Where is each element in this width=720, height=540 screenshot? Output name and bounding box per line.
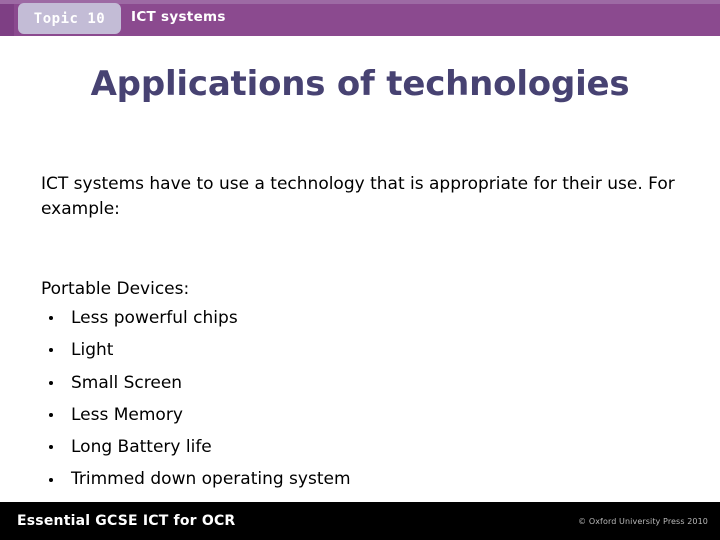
list-item-label: Trimmed down operating system xyxy=(71,469,351,490)
list-item: Small Screen xyxy=(41,367,701,399)
list-item-label: Long Battery life xyxy=(71,437,212,458)
presentation-slide: Topic 10 ICT systems Applications of tec… xyxy=(0,0,720,540)
slide-header-bar: Topic 10 ICT systems xyxy=(0,0,720,36)
list-item: Less Memory xyxy=(41,399,701,431)
list-item-label: Light xyxy=(71,340,114,361)
list-item: Light xyxy=(41,334,701,366)
topic-badge-label: Topic 10 xyxy=(33,10,106,27)
list-item: Less powerful chips xyxy=(41,302,701,334)
footer-copyright-label: © Oxford University Press 2010 xyxy=(578,517,708,526)
bullet-dot-icon xyxy=(49,477,53,482)
slide-footer-bar: Essential GCSE ICT for OCR © Oxford Univ… xyxy=(0,502,720,540)
page-title: Applications of technologies xyxy=(90,64,630,104)
list-item-label: Less powerful chips xyxy=(71,307,238,328)
feature-bullet-list: Less powerful chips Light Small Screen L… xyxy=(41,302,701,496)
header-section-title: ICT systems xyxy=(131,9,226,25)
slide-body: ICT systems have to use a technology tha… xyxy=(41,172,701,496)
list-item: Trimmed down operating system xyxy=(41,463,701,495)
topic-badge: Topic 10 xyxy=(18,3,121,34)
bullet-dot-icon xyxy=(49,445,53,450)
bullet-dot-icon xyxy=(49,348,53,353)
section-heading-portable-devices: Portable Devices: xyxy=(41,279,190,300)
list-item: Long Battery life xyxy=(41,431,701,463)
footer-brand-label: Essential GCSE ICT for OCR xyxy=(17,513,236,529)
intro-paragraph: ICT systems have to use a technology tha… xyxy=(41,174,675,219)
header-left-accent-notch xyxy=(0,4,14,36)
list-item-label: Less Memory xyxy=(71,404,183,425)
bullet-dot-icon xyxy=(49,380,53,385)
list-item-label: Small Screen xyxy=(71,372,183,393)
bullet-dot-icon xyxy=(49,412,53,417)
bullet-dot-icon xyxy=(49,316,53,321)
